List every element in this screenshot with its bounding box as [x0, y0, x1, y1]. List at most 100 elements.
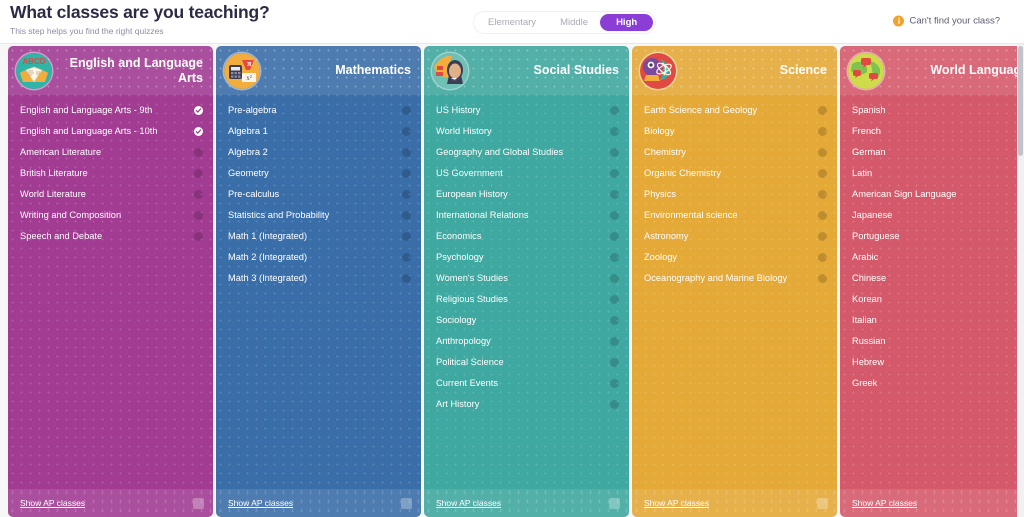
unchecked-icon: [610, 295, 619, 304]
class-option[interactable]: Organic Chemistry: [632, 163, 837, 184]
class-option[interactable]: Algebra 1: [216, 121, 421, 142]
class-option[interactable]: Arabic: [840, 247, 1024, 268]
unchecked-icon: [610, 190, 619, 199]
unchecked-icon: [402, 148, 411, 157]
class-option[interactable]: English and Language Arts - 9th: [8, 100, 213, 121]
class-option[interactable]: Hebrew: [840, 352, 1024, 373]
class-option-label: Chemistry: [644, 146, 686, 157]
class-option[interactable]: Pre-calculus: [216, 184, 421, 205]
class-option[interactable]: Math 1 (Integrated): [216, 226, 421, 247]
class-option[interactable]: Biology: [632, 121, 837, 142]
class-option-label: Religious Studies: [436, 293, 508, 304]
expand-icon[interactable]: [193, 497, 204, 509]
class-option[interactable]: Psychology: [424, 247, 629, 268]
unchecked-icon: [402, 190, 411, 199]
class-option-label: World History: [436, 125, 492, 136]
class-option[interactable]: Portuguese: [840, 226, 1024, 247]
class-option[interactable]: Astronomy: [632, 226, 837, 247]
class-option[interactable]: British Literature: [8, 163, 213, 184]
class-option[interactable]: Economics: [424, 226, 629, 247]
class-option[interactable]: Speech and Debate: [8, 226, 213, 247]
class-option-label: Math 3 (Integrated): [228, 272, 308, 283]
class-option[interactable]: German: [840, 142, 1024, 163]
class-option[interactable]: American Sign Language: [840, 184, 1024, 205]
column-title: Science: [779, 63, 827, 77]
class-option-label: International Relations: [436, 209, 529, 220]
class-option[interactable]: Korean: [840, 289, 1024, 310]
class-option[interactable]: Chinese: [840, 268, 1024, 289]
class-option[interactable]: Chemistry: [632, 142, 837, 163]
expand-icon[interactable]: [817, 497, 828, 509]
class-option-label: Art History: [436, 398, 480, 409]
class-option[interactable]: Art History: [424, 394, 629, 415]
vertical-scrollbar[interactable]: [1017, 44, 1024, 517]
grade-level-middle[interactable]: Middle: [548, 14, 600, 31]
globe-lincoln-icon: [432, 52, 468, 89]
show-ap-classes-link[interactable]: Show AP classes: [852, 498, 917, 508]
class-option[interactable]: US Government: [424, 163, 629, 184]
class-option[interactable]: World History: [424, 121, 629, 142]
class-option[interactable]: Statistics and Probability: [216, 205, 421, 226]
calculator-pi-icon: π x²: [224, 52, 260, 89]
grade-level-high[interactable]: High: [600, 14, 654, 31]
unchecked-icon: [194, 211, 203, 220]
column-header: World Languages: [840, 46, 1024, 95]
class-option[interactable]: Italian: [840, 310, 1024, 331]
class-option[interactable]: Spanish: [840, 100, 1024, 121]
class-option[interactable]: Pre-algebra: [216, 100, 421, 121]
class-option[interactable]: Oceanography and Marine Biology: [632, 268, 837, 289]
unchecked-icon: [818, 274, 827, 283]
grade-level-toggle[interactable]: Elementary Middle High: [474, 12, 656, 33]
class-option[interactable]: French: [840, 121, 1024, 142]
column-footer: Show AP classes: [216, 489, 421, 517]
class-option[interactable]: Geometry: [216, 163, 421, 184]
expand-icon[interactable]: [401, 497, 412, 509]
class-option[interactable]: Religious Studies: [424, 289, 629, 310]
class-option[interactable]: Earth Science and Geology: [632, 100, 837, 121]
class-option[interactable]: Current Events: [424, 373, 629, 394]
class-option[interactable]: International Relations: [424, 205, 629, 226]
class-option[interactable]: Algebra 2: [216, 142, 421, 163]
class-option-label: US Government: [436, 167, 503, 178]
class-option[interactable]: American Literature: [8, 142, 213, 163]
class-option[interactable]: Russian: [840, 331, 1024, 352]
class-option[interactable]: Physics: [632, 184, 837, 205]
grade-level-elementary[interactable]: Elementary: [476, 14, 548, 31]
column-header: Science: [632, 46, 837, 95]
column-header: π x² Mathematics: [216, 46, 421, 95]
class-option-label: Zoology: [644, 251, 678, 262]
class-option[interactable]: Women's Studies: [424, 268, 629, 289]
class-option[interactable]: Latin: [840, 163, 1024, 184]
column-header: ABCD English and Language Arts: [8, 46, 213, 95]
class-option[interactable]: Writing and Composition: [8, 205, 213, 226]
class-option-label: Math 1 (Integrated): [228, 230, 308, 241]
class-option[interactable]: European History: [424, 184, 629, 205]
class-option[interactable]: Sociology: [424, 310, 629, 331]
cant-find-class-link[interactable]: i Can't find your class?: [893, 15, 1000, 27]
show-ap-classes-link[interactable]: Show AP classes: [436, 498, 501, 508]
show-ap-classes-link[interactable]: Show AP classes: [644, 498, 709, 508]
column-header: Social Studies: [424, 46, 629, 95]
class-option-label: Algebra 1: [228, 125, 268, 136]
scrollbar-thumb[interactable]: [1018, 46, 1023, 156]
class-option[interactable]: World Literature: [8, 184, 213, 205]
class-option[interactable]: Greek: [840, 373, 1024, 394]
class-option[interactable]: Anthropology: [424, 331, 629, 352]
show-ap-classes-link[interactable]: Show AP classes: [228, 498, 293, 508]
class-option[interactable]: Japanese: [840, 205, 1024, 226]
class-option[interactable]: Math 3 (Integrated): [216, 268, 421, 289]
class-option-label: Current Events: [436, 377, 499, 388]
column-footer: Show AP classes: [8, 489, 213, 517]
class-option[interactable]: US History: [424, 100, 629, 121]
class-option[interactable]: Math 2 (Integrated): [216, 247, 421, 268]
column-footer: Show AP classes: [632, 489, 837, 517]
class-option[interactable]: Zoology: [632, 247, 837, 268]
expand-icon[interactable]: [609, 497, 620, 509]
class-option-label: Organic Chemistry: [644, 167, 721, 178]
show-ap-classes-link[interactable]: Show AP classes: [20, 498, 85, 508]
class-option-label: World Literature: [20, 188, 86, 199]
class-option[interactable]: Environmental science: [632, 205, 837, 226]
class-option[interactable]: Geography and Global Studies: [424, 142, 629, 163]
class-option[interactable]: Political Science: [424, 352, 629, 373]
class-option[interactable]: English and Language Arts - 10th: [8, 121, 213, 142]
